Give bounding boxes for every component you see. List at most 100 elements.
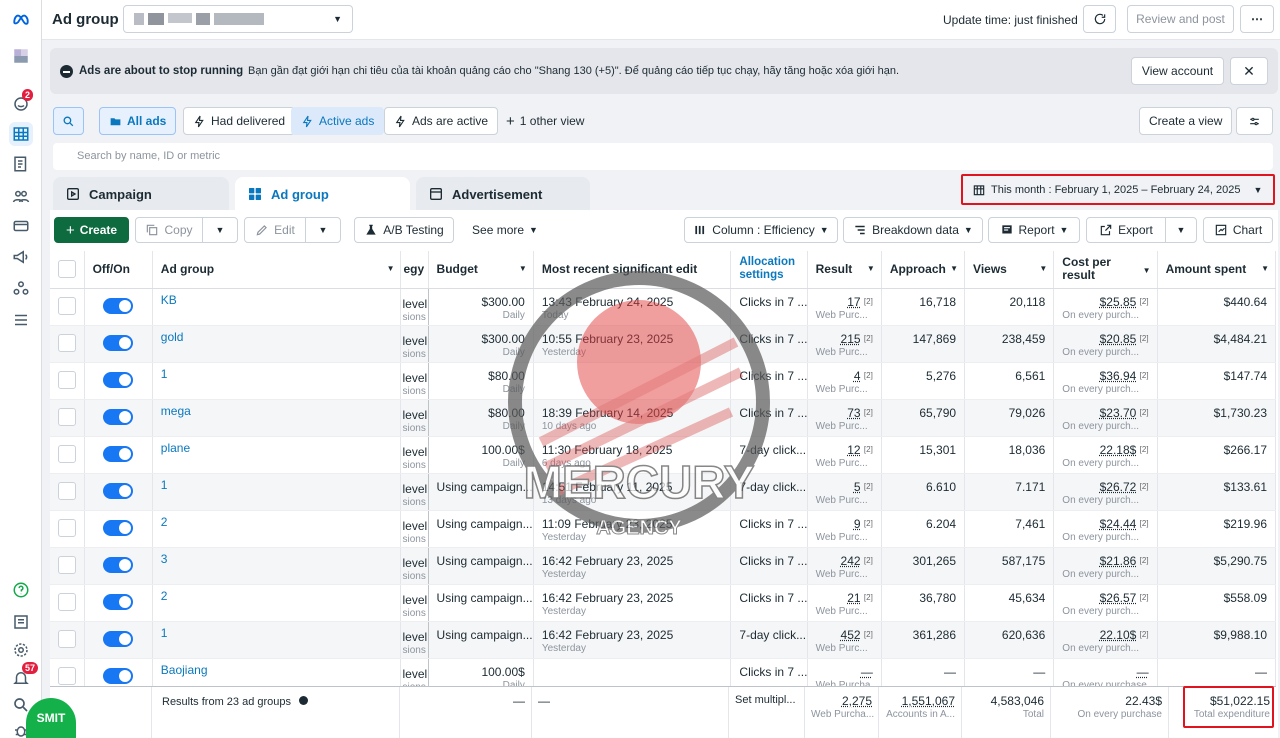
- row-cpr-cell[interactable]: $26.57 [2] On every purch...: [1053, 584, 1158, 622]
- result-value[interactable]: —: [861, 665, 873, 679]
- filter-active-ads[interactable]: Active ads: [291, 107, 385, 135]
- row-budget-cell[interactable]: $300.00 Daily: [428, 288, 534, 326]
- col-approach[interactable]: Approach ▼: [881, 251, 966, 289]
- edit-dropdown[interactable]: ▼: [305, 217, 341, 243]
- row-checkbox[interactable]: [58, 333, 76, 352]
- row-budget-cell[interactable]: Using campaign...: [428, 510, 534, 548]
- row-budget-cell[interactable]: $80.00 Daily: [428, 399, 534, 437]
- menu-icon[interactable]: [9, 308, 33, 332]
- row-name-cell[interactable]: 3: [152, 547, 402, 585]
- result-value[interactable]: 215: [841, 332, 861, 346]
- ads-manager-table-icon[interactable]: [9, 122, 33, 146]
- close-banner-button[interactable]: ✕: [1230, 57, 1268, 85]
- tab-ad-group[interactable]: Ad group: [235, 177, 410, 211]
- export-button[interactable]: Export: [1086, 217, 1166, 243]
- create-button[interactable]: + Create: [54, 217, 129, 243]
- row-cpr-cell[interactable]: 22.10$ [2] On every purch...: [1053, 621, 1158, 659]
- row-result-cell[interactable]: 73 [2] Web Purc...: [807, 399, 882, 437]
- col-budget[interactable]: Budget ▼: [428, 251, 534, 289]
- row-cpr-cell[interactable]: $21.86 [2] On every purch...: [1053, 547, 1158, 585]
- table-row[interactable]: 1 level sions Using campaign... 16:42 Februa…: [50, 621, 1277, 659]
- view-settings-button[interactable]: [1236, 107, 1273, 135]
- result-value[interactable]: 12: [847, 443, 860, 457]
- ad-group-name[interactable]: 2: [161, 511, 393, 529]
- row-toggle-cell[interactable]: [84, 584, 153, 622]
- cpr-value[interactable]: —: [1137, 665, 1149, 679]
- account-avatar[interactable]: [9, 44, 33, 68]
- table-row[interactable]: plane level sions 100.00$ Daily 11:30 Februar…: [50, 436, 1277, 474]
- select-all-checkbox[interactable]: [58, 260, 76, 279]
- meta-logo-icon[interactable]: [9, 8, 33, 32]
- row-toggle-cell[interactable]: [84, 473, 153, 511]
- col-recent-edit[interactable]: Most recent significant edit: [533, 251, 732, 289]
- result-value[interactable]: 452: [841, 628, 861, 642]
- row-result-cell[interactable]: 5 [2] Web Purc...: [807, 473, 882, 511]
- columns-button[interactable]: Column : Efficiency ▼: [684, 217, 838, 243]
- filter-all-ads[interactable]: All ads: [99, 107, 177, 135]
- row-toggle-cell[interactable]: [84, 547, 153, 585]
- row-checkbox[interactable]: [58, 592, 76, 611]
- edit-button[interactable]: Edit: [244, 217, 306, 243]
- row-name-cell[interactable]: 2: [152, 510, 402, 548]
- cpr-value[interactable]: $24.44: [1100, 517, 1137, 531]
- table-row[interactable]: 2 level sions Using campaign... 16:42 Februa…: [50, 584, 1277, 622]
- row-budget-cell[interactable]: $80.00 Daily: [428, 362, 534, 400]
- row-name-cell[interactable]: 1: [152, 362, 402, 400]
- cpr-value[interactable]: $26.72: [1100, 480, 1137, 494]
- ad-group-name[interactable]: 1: [161, 474, 393, 492]
- audience-icon[interactable]: [9, 184, 33, 208]
- result-value[interactable]: 242: [841, 554, 861, 568]
- delivery-toggle[interactable]: [102, 556, 133, 573]
- cpr-value[interactable]: $21.86: [1100, 554, 1137, 568]
- ad-group-name[interactable]: mega: [161, 400, 393, 418]
- row-budget-cell[interactable]: Using campaign...: [428, 584, 534, 622]
- result-value[interactable]: 17: [847, 295, 860, 309]
- row-checkbox[interactable]: [58, 666, 76, 685]
- row-checkbox[interactable]: [58, 518, 76, 537]
- delivery-toggle[interactable]: [102, 482, 133, 499]
- cpr-value[interactable]: 22.10$: [1100, 628, 1137, 642]
- ad-group-name[interactable]: Baojiang: [161, 659, 393, 677]
- chart-button[interactable]: Chart: [1203, 217, 1273, 243]
- row-toggle-cell[interactable]: [84, 436, 153, 474]
- row-result-cell[interactable]: 452 [2] Web Purc...: [807, 621, 882, 659]
- row-select-cell[interactable]: [50, 325, 85, 363]
- ad-group-name[interactable]: 1: [161, 622, 393, 640]
- row-checkbox[interactable]: [58, 481, 76, 500]
- row-toggle-cell[interactable]: [84, 510, 153, 548]
- row-name-cell[interactable]: gold: [152, 325, 402, 363]
- delivery-toggle[interactable]: [102, 593, 133, 610]
- result-value[interactable]: 4: [854, 369, 861, 383]
- copy-dropdown[interactable]: ▼: [202, 217, 238, 243]
- col-amount-spent[interactable]: Amount spent ▼: [1157, 251, 1277, 289]
- row-toggle-cell[interactable]: [84, 288, 153, 326]
- delivery-toggle[interactable]: [102, 371, 133, 388]
- row-cpr-cell[interactable]: $25.85 [2] On every purch...: [1053, 288, 1158, 326]
- row-select-cell[interactable]: [50, 621, 85, 659]
- cpr-value[interactable]: 22.18$: [1100, 443, 1137, 457]
- row-result-cell[interactable]: 242 [2] Web Purc...: [807, 547, 882, 585]
- row-result-cell[interactable]: 12 [2] Web Purc...: [807, 436, 882, 474]
- row-cpr-cell[interactable]: 22.18$ [2] On every purch...: [1053, 436, 1158, 474]
- row-name-cell[interactable]: 2: [152, 584, 402, 622]
- table-row[interactable]: 2 level sions Using campaign... 11:09 Februa…: [50, 510, 1277, 548]
- ad-group-name[interactable]: 2: [161, 585, 393, 603]
- row-checkbox[interactable]: [58, 296, 76, 315]
- row-toggle-cell[interactable]: [84, 362, 153, 400]
- table-row[interactable]: 1 level sions Using campaign... 14:51 Februa…: [50, 473, 1277, 511]
- tab-campaign[interactable]: Campaign: [53, 177, 229, 211]
- ab-testing-button[interactable]: A/B Testing: [354, 217, 454, 243]
- search-toggle-button[interactable]: [53, 107, 84, 135]
- delivery-toggle[interactable]: [102, 630, 133, 647]
- row-budget-cell[interactable]: Using campaign...: [428, 621, 534, 659]
- table-row[interactable]: 1 level sions $80.00 Daily Clicks in 7 ... 4 […: [50, 362, 1277, 400]
- report-button[interactable]: Report ▼: [988, 217, 1080, 243]
- cpr-value[interactable]: $23.70: [1100, 406, 1137, 420]
- row-select-cell[interactable]: [50, 288, 85, 326]
- cpr-value[interactable]: $20.85: [1100, 332, 1137, 346]
- row-result-cell[interactable]: 17 [2] Web Purc...: [807, 288, 882, 326]
- filter-had-delivered[interactable]: Had delivered: [183, 107, 296, 135]
- col-allocation[interactable]: Allocation settings: [730, 251, 808, 289]
- row-result-cell[interactable]: 4 [2] Web Purc...: [807, 362, 882, 400]
- row-name-cell[interactable]: plane: [152, 436, 402, 474]
